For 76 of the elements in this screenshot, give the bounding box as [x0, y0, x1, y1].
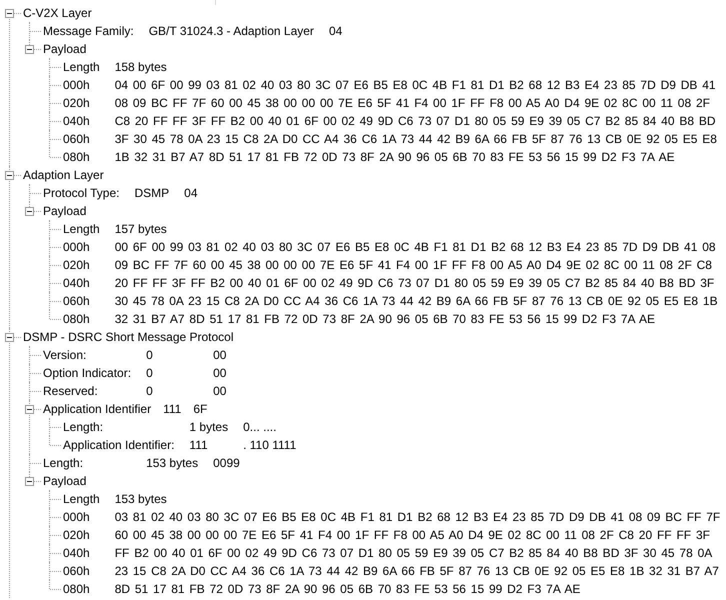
hex-bytes: 08 09 BC FF 7F 60 00 45 38 00 00 00 7E E6 5F 41 F4 00 1F FF F8 00 A5 A0 D4 9E 02 8C 00 11 08 2F	[114, 95, 710, 112]
hex-offset: 060h	[63, 293, 90, 310]
field-label: Message Family:	[43, 23, 134, 40]
field-value: 04	[184, 185, 198, 202]
field-label: Option Indicator:	[43, 365, 132, 382]
field-value: 00	[213, 347, 226, 364]
field-value: 111	[163, 401, 182, 418]
tree-node-label[interactable]: C-V2X Layer	[23, 4, 92, 22]
collapse-icon[interactable]	[25, 404, 34, 414]
tree-node-label[interactable]: Payload	[43, 202, 86, 220]
hex-offset: 020h	[63, 95, 90, 112]
hex-offset: 040h	[63, 545, 90, 562]
field-label: Reserved:	[43, 383, 98, 400]
hex-bytes: C8 20 FF FF 3F FF B2 00 40 01 6F 00 02 49 9D C6 73 07 D1 80 05 59 E9 39 05 C7 B2 85 84 40 B8 BD	[114, 113, 716, 130]
field-value: 0... ....	[243, 419, 276, 436]
tree-node-label[interactable]: DSMP - DSRC Short Message Protocol	[23, 328, 234, 346]
field-value: 00	[213, 365, 226, 382]
hex-offset: 020h	[63, 527, 90, 544]
field-value: 153 bytes	[114, 491, 167, 508]
field-value: . 110 1111	[243, 437, 296, 454]
hex-bytes: 00 6F 00 99 03 81 02 40 03 80 3C 07 E6 B5 E8 0C 4B F1 81 D1 B2 68 12 B3 E4 23 85 7D D9 DB 41 08	[114, 239, 716, 256]
field-value: 6F	[193, 401, 208, 418]
field-value: 0099	[213, 455, 240, 472]
hex-offset: 080h	[63, 149, 90, 166]
hex-offset: 060h	[63, 131, 90, 148]
tree-node-label[interactable]: Payload	[43, 472, 86, 490]
field-value: 153 bytes	[146, 455, 198, 472]
hex-offset: 000h	[63, 509, 90, 526]
field-label: Length	[63, 221, 100, 238]
hex-bytes: 09 BC FF 7F 60 00 45 38 00 00 00 7E E6 5F 41 F4 00 1F FF F8 00 A5 A0 D4 9E 02 8C 00 11 08 2F C8	[114, 257, 712, 274]
hex-offset: 080h	[63, 311, 90, 328]
collapse-icon[interactable]	[5, 170, 14, 180]
hex-bytes: 04 00 6F 00 99 03 81 02 40 03 80 3C 07 E6 B5 E8 0C 4B F1 81 D1 B2 68 12 B3 E4 23 85 7D D9 DB 41	[114, 77, 716, 94]
hex-offset: 040h	[63, 113, 90, 130]
field-label: Length	[63, 491, 100, 508]
hex-bytes: 32 31 B7 A7 8D 51 17 81 FB 72 0D 73 8F 2A 90 96 05 6B 70 83 FE 53 56 15 99 D2 F3 7A AE	[114, 311, 656, 328]
hex-offset: 000h	[63, 239, 90, 256]
field-value: 111	[189, 437, 208, 454]
field-label: Protocol Type:	[43, 185, 120, 202]
field-label: Length:	[43, 455, 84, 472]
hex-bytes: FF B2 00 40 01 6F 00 02 49 9D C6 73 07 D1 80 05 59 E9 39 05 C7 B2 85 84 40 B8 BD 3F 30 45 78 0A	[114, 545, 712, 562]
field-value: 0	[146, 365, 153, 382]
hex-bytes: 60 00 45 38 00 00 00 7E E6 5F 41 F4 00 1F FF F8 00 A5 A0 D4 9E 02 8C 00 11 08 2F C8 20 FF FF 3F	[114, 527, 710, 544]
collapse-icon[interactable]	[25, 206, 34, 216]
hex-bytes: 3F 30 45 78 0A 23 15 C8 2A D0 CC A4 36 C6 1A 73 44 42 B9 6A 66 FB 5F 87 76 13 CB 0E 92 05 E5 E8	[114, 131, 717, 148]
tree-node-label[interactable]: Application Identifier	[43, 400, 152, 418]
field-label: Version:	[43, 347, 86, 364]
hex-bytes: 23 15 C8 2A D0 CC A4 36 C6 1A 73 44 42 B9 6A 66 FB 5F 87 76 13 CB 0E 92 05 E5 E8 1B 32 31 B7 A7	[114, 563, 719, 580]
hex-bytes: 20 FF FF 3F FF B2 00 40 01 6F 00 02 49 9D C6 73 07 D1 80 05 59 E9 39 05 C7 B2 85 84 40 B8 BD 3F	[114, 275, 714, 292]
collapse-icon[interactable]	[5, 332, 14, 342]
hex-bytes: 30 45 78 0A 23 15 C8 2A D0 CC A4 36 C6 1A 73 44 42 B9 6A 66 FB 5F 87 76 13 CB 0E 92 05 E5 E8 1B	[114, 293, 718, 310]
hex-offset: 020h	[63, 257, 90, 274]
collapse-icon[interactable]	[25, 476, 34, 486]
hex-bytes: 03 81 02 40 03 80 3C 07 E6 B5 E8 0C 4B F1 81 D1 B2 68 12 B3 E4 23 85 7D D9 DB 41 08 09 BC FF 7F	[114, 509, 720, 526]
field-value: DSMP	[134, 185, 170, 202]
hex-bytes: 1B 32 31 B7 A7 8D 51 17 81 FB 72 0D 73 8F 2A 90 96 05 6B 70 83 FE 53 56 15 99 D2 F3 7A AE	[114, 149, 675, 166]
field-value: GB/T 31024.3 - Adaption Layer	[148, 23, 314, 40]
field-value: 00	[213, 383, 226, 400]
hex-offset: 080h	[63, 581, 90, 598]
hex-bytes: 8D 51 17 81 FB 72 0D 73 8F 2A 90 96 05 6B 70 83 FE 53 56 15 99 D2 F3 7A AE	[114, 581, 580, 598]
hex-offset: 000h	[63, 77, 90, 94]
field-value: 0	[146, 383, 153, 400]
collapse-icon[interactable]	[25, 44, 34, 54]
field-value: 158 bytes	[114, 59, 167, 76]
hex-offset: 040h	[63, 275, 90, 292]
field-label: Application Identifier:	[63, 437, 174, 454]
field-value: 157 bytes	[114, 221, 167, 238]
field-label: Length:	[63, 419, 104, 436]
tree-node-label[interactable]: Adaption Layer	[23, 166, 104, 184]
collapse-icon[interactable]	[5, 8, 14, 18]
field-label: Length	[63, 59, 100, 76]
hex-offset: 060h	[63, 563, 90, 580]
field-value: 0	[146, 347, 153, 364]
field-value: 04	[328, 23, 342, 40]
tree-node-label[interactable]: Payload	[43, 40, 86, 58]
field-value: 1 bytes	[189, 419, 228, 436]
